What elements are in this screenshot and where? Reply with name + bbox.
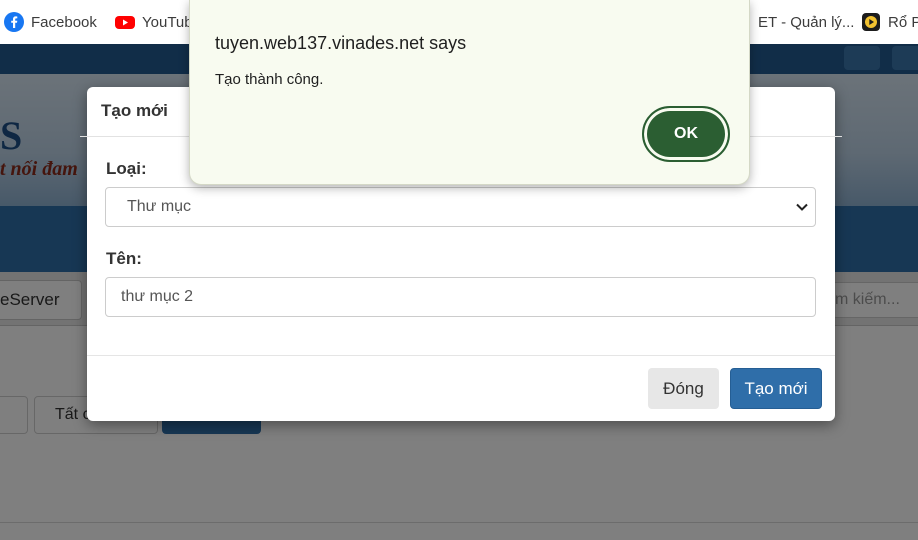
alert-message: Tạo thành công. <box>215 71 324 88</box>
bookmark-facebook[interactable]: Facebook <box>4 10 97 34</box>
alert-title: tuyen.web137.vinades.net says <box>215 33 467 53</box>
bookmark-label: YouTub <box>142 13 193 31</box>
browser-alert-dialog: tuyen.web137.vinades.net says Tạo thành … <box>189 0 750 185</box>
type-select[interactable]: Thư mục <box>105 187 816 227</box>
bookmark-label: Rổ P <box>888 13 918 31</box>
bookmark-youtube[interactable]: YouTub <box>115 10 193 34</box>
chevron-down-icon <box>795 200 809 214</box>
type-label: Loại: <box>106 159 147 178</box>
bookmark-quan-ly[interactable]: ET - Quản lý... <box>758 10 854 34</box>
bookmark-label: Facebook <box>31 13 97 31</box>
create-button[interactable]: Tạo mới <box>730 368 822 409</box>
youtube-icon <box>115 12 135 32</box>
facebook-icon <box>4 12 24 32</box>
modal-footer-divider <box>87 355 835 356</box>
name-input-value: thư mục 2 <box>121 288 194 305</box>
modal-title: Tạo mới <box>101 101 168 120</box>
type-select-value: Thư mục <box>127 198 192 215</box>
bookmark-label: ET - Quản lý... <box>758 13 855 31</box>
name-label: Tên: <box>106 249 142 268</box>
close-button[interactable]: Đóng <box>648 368 719 409</box>
bookmark-ro[interactable]: Rổ P <box>861 10 918 34</box>
name-input[interactable]: thư mục 2 <box>105 277 816 317</box>
play-icon <box>861 12 881 32</box>
ok-button[interactable]: OK <box>642 106 730 162</box>
